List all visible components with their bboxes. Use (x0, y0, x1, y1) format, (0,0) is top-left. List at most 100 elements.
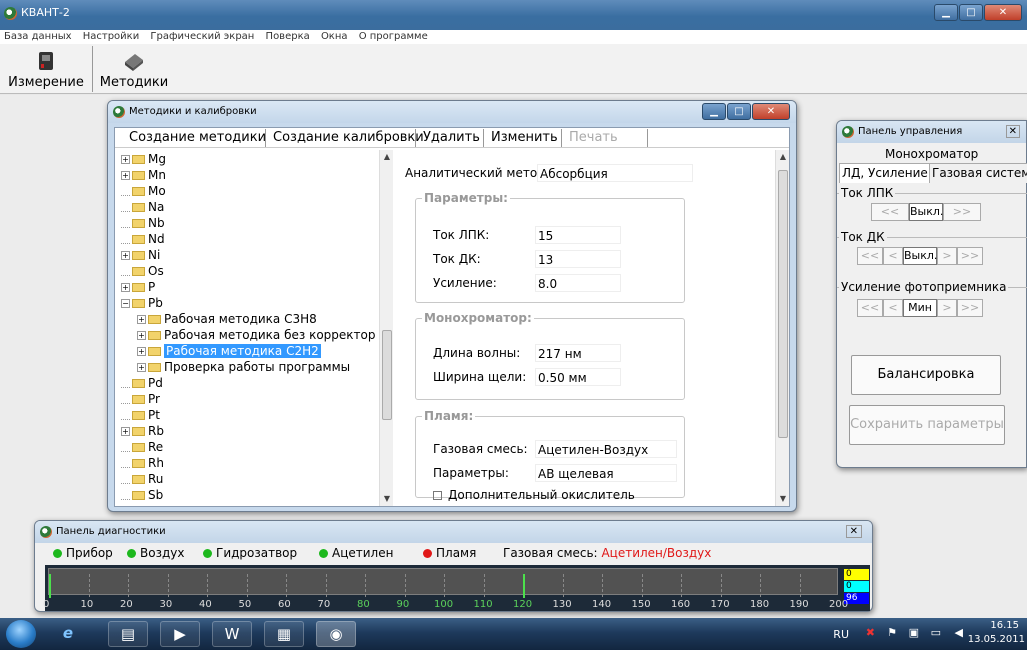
methods-close-icon[interactable]: ✕ (752, 103, 790, 120)
tree-element-node[interactable]: + P (121, 280, 155, 294)
tree-scrollbar[interactable]: ▲ ▼ (379, 150, 393, 506)
props-scroll-up-icon[interactable]: ▲ (776, 150, 790, 164)
gain-increase-fast[interactable]: >> (957, 299, 983, 317)
diagnostics-close-icon[interactable]: ✕ (845, 525, 862, 538)
methods-minimize-icon[interactable]: ▁ (702, 103, 726, 120)
tree-element-node[interactable]: − Pb (121, 296, 163, 310)
tab-ld-gain[interactable]: ЛД, Усиление (839, 163, 931, 183)
diagnostic-scale: 0 0 96 0 10 20 30 40 50 60 70 80 90 100 110 120 130 14… (43, 565, 870, 611)
expand-icon[interactable]: + (137, 315, 146, 324)
explorer-icon[interactable]: ▤ (108, 621, 148, 647)
gain-increase[interactable]: > (937, 299, 957, 317)
ie-icon[interactable]: e (48, 621, 88, 647)
methods-button[interactable]: Методики (98, 44, 170, 94)
props-scroll-down-icon[interactable]: ▼ (776, 492, 790, 506)
media-player-icon[interactable]: ▶ (160, 621, 200, 647)
tree-element-node[interactable]: Pd (121, 376, 163, 390)
tab-print[interactable]: Печать (569, 130, 618, 145)
lpk-increase-fast[interactable]: >> (943, 203, 981, 221)
measure-button[interactable]: Измерение (4, 44, 88, 94)
expand-icon[interactable]: + (121, 427, 130, 436)
tree-element-node[interactable]: Rh (121, 456, 164, 470)
gain-min-button[interactable]: Мин (903, 299, 937, 317)
balance-button[interactable]: Балансировка (851, 355, 1001, 395)
tree-element-node[interactable]: Pt (121, 408, 160, 422)
lpk-off-button[interactable]: Выкл. (909, 203, 943, 221)
tree-element-node[interactable]: Mo (121, 184, 166, 198)
tree-element-node[interactable]: Na (121, 200, 164, 214)
device-icon[interactable]: ▣ (909, 626, 919, 639)
menu-graphic-screen[interactable]: Графический экран (146, 30, 258, 44)
tree-method-node[interactable]: + Рабочая методика C3H8 (137, 312, 317, 326)
expand-icon[interactable]: + (121, 251, 130, 260)
tree-element-node[interactable]: Re (121, 440, 163, 454)
action-center-icon[interactable]: ✖ (866, 626, 875, 639)
scroll-down-icon[interactable]: ▼ (380, 492, 394, 506)
expand-icon[interactable]: + (121, 155, 130, 164)
props-scrollbar[interactable]: ▲ ▼ (775, 150, 789, 506)
tree-element-node[interactable]: Pr (121, 392, 160, 406)
tree-element-node[interactable]: Sb (121, 488, 163, 502)
tree-scroll-thumb[interactable] (382, 330, 392, 420)
control-panel-close-icon[interactable]: ✕ (1005, 125, 1020, 138)
gain-decrease-fast[interactable]: << (857, 299, 883, 317)
network-icon[interactable]: ⚑ (887, 626, 897, 639)
kvant-taskbar-icon[interactable]: ◉ (316, 621, 356, 647)
calculator-icon[interactable]: ▦ (264, 621, 304, 647)
dk-decrease-fast[interactable]: << (857, 247, 883, 265)
menu-windows[interactable]: Окна (317, 30, 352, 44)
close-icon[interactable]: ✕ (984, 4, 1022, 21)
lpk-decrease-fast[interactable]: << (871, 203, 909, 221)
word-icon[interactable]: W (212, 621, 252, 647)
tree-element-node[interactable]: + Mg (121, 152, 166, 166)
clock-date[interactable]: 13.05.2011 (968, 634, 1025, 645)
oxidizer-option[interactable]: Дополнительный окислитель (433, 488, 635, 502)
maximize-icon[interactable]: □ (959, 4, 983, 21)
tree-element-node[interactable]: Ru (121, 472, 163, 486)
props-scroll-thumb[interactable] (778, 170, 788, 438)
display-icon[interactable]: ▭ (931, 626, 941, 639)
tree-element-node[interactable]: Nb (121, 216, 165, 230)
tab-create-method[interactable]: Создание методики (129, 130, 266, 145)
tree-node-label: Pt (148, 408, 160, 422)
tab-delete[interactable]: Удалить (423, 130, 480, 145)
dk-decrease[interactable]: < (883, 247, 903, 265)
clock-time[interactable]: 16.15 (990, 620, 1019, 631)
tree-method-node[interactable]: + Проверка работы программы (137, 360, 350, 374)
save-params-button[interactable]: Сохранить параметры (849, 405, 1005, 445)
tab-edit[interactable]: Изменить (491, 130, 558, 145)
scroll-up-icon[interactable]: ▲ (380, 150, 394, 164)
minimize-icon[interactable]: ▁ (934, 4, 958, 21)
dk-increase[interactable]: > (937, 247, 957, 265)
measure-icon (39, 52, 53, 70)
menu-settings[interactable]: Настройки (79, 30, 143, 44)
tab-create-calibration[interactable]: Создание калибровки (273, 130, 424, 145)
tree-element-node[interactable]: Os (121, 264, 164, 278)
folder-icon (132, 219, 145, 228)
scale-gridline (286, 574, 287, 597)
menu-about[interactable]: О программе (355, 30, 432, 44)
expand-icon[interactable]: + (121, 283, 130, 292)
dk-increase-fast[interactable]: >> (957, 247, 983, 265)
tab-gas-system[interactable]: Газовая система (929, 163, 1027, 183)
tree-method-node[interactable]: + Рабочая методика C2H2 (137, 344, 321, 358)
tree-element-node[interactable]: + Ni (121, 248, 160, 262)
oxidizer-checkbox[interactable] (433, 491, 442, 500)
expand-icon[interactable]: + (121, 171, 130, 180)
expand-icon[interactable]: + (137, 331, 146, 340)
volume-icon[interactable]: ◀ (955, 626, 963, 639)
expand-icon[interactable]: + (137, 347, 146, 356)
gain-decrease[interactable]: < (883, 299, 903, 317)
language-indicator[interactable]: RU (833, 628, 849, 641)
tree-element-node[interactable]: + Mn (121, 168, 166, 182)
dk-off-button[interactable]: Выкл. (903, 247, 937, 265)
expand-icon[interactable]: − (121, 299, 130, 308)
tree-element-node[interactable]: + Rb (121, 424, 164, 438)
tree-element-node[interactable]: Nd (121, 232, 165, 246)
methods-maximize-icon[interactable]: □ (727, 103, 751, 120)
tree-method-node[interactable]: + Рабочая методика без корректор (137, 328, 375, 342)
expand-icon[interactable]: + (137, 363, 146, 372)
menu-verification[interactable]: Поверка (262, 30, 314, 44)
start-button[interactable] (6, 620, 36, 648)
menu-database[interactable]: База данных (0, 30, 76, 44)
